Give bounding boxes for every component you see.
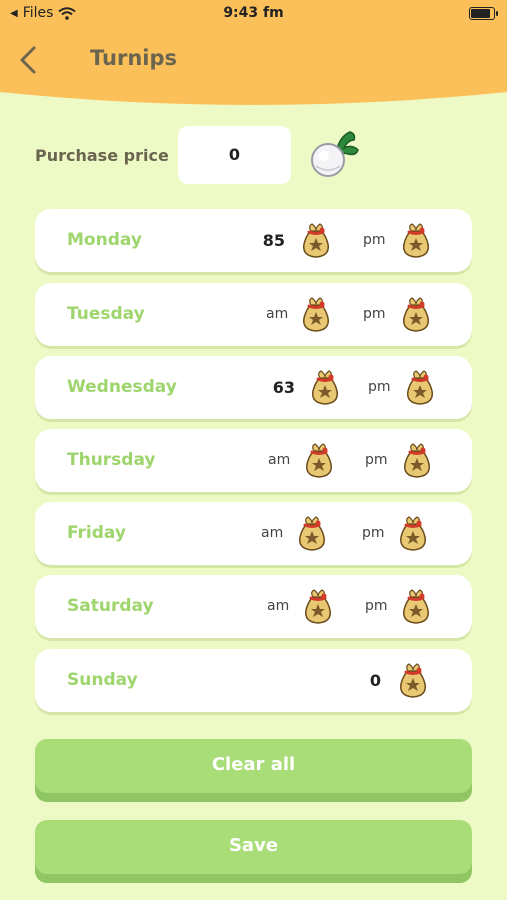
day-label: Thursday [67,450,156,470]
bell-bag-icon[interactable] [397,515,429,553]
am-price-value[interactable]: 85 [235,209,285,272]
day-label: Tuesday [67,304,145,324]
bell-bag-icon[interactable] [400,222,432,260]
day-row-monday: Monday 85 pm [35,209,472,272]
bell-bag-icon[interactable] [300,296,332,334]
pm-label: pm [365,452,388,468]
day-row-thursday: Thursday am pm [35,429,472,492]
battery-icon [469,7,498,20]
bell-bag-icon [399,662,427,699]
bell-bag-icon[interactable] [400,296,432,334]
day-label: Friday [67,523,126,543]
sunday-price-value[interactable]: 0 [331,649,381,712]
clear-all-button[interactable]: Clear all [35,739,472,799]
purchase-price-label: Purchase price [35,146,169,165]
day-row-sunday: Sunday 0 [35,649,472,712]
save-button[interactable]: Save [35,820,472,880]
day-row-tuesday: Tuesday am pm [35,283,472,346]
pm-label: pm [363,232,386,248]
pm-label: pm [365,598,388,614]
day-label: Sunday [67,670,138,690]
bell-bag-icon[interactable] [404,369,436,407]
back-chevron-icon[interactable] [14,44,44,76]
bell-bag-icon[interactable] [400,588,432,626]
am-label: am [268,452,291,468]
pm-label: pm [368,379,391,395]
bell-bag-icon [311,369,339,406]
bell-bag-icon[interactable] [296,515,328,553]
turnip-icon [311,131,359,177]
day-row-saturday: Saturday am pm [35,575,472,638]
status-bar: ◀ Files 9:43 fm [0,0,507,28]
status-time: 9:43 fm [223,5,284,21]
bell-bag-icon[interactable] [302,588,334,626]
day-row-wednesday: Wednesday 63 pm [35,356,472,419]
pm-label: pm [363,306,386,322]
bell-bag-icon[interactable] [401,442,433,480]
purchase-price-input[interactable]: 0 [178,126,291,184]
am-price-value[interactable]: 63 [245,356,295,419]
pm-label: pm [362,525,385,541]
am-label: am [266,306,289,322]
day-label: Saturday [67,596,154,616]
battery-fill [471,9,490,18]
am-label: am [261,525,284,541]
page-title: Turnips [90,46,178,70]
bell-bag-icon[interactable] [303,442,335,480]
am-label: am [267,598,290,614]
day-row-friday: Friday am pm [35,502,472,565]
bell-bag-icon [302,222,330,259]
day-label: Monday [67,230,142,250]
day-label: Wednesday [67,377,177,397]
